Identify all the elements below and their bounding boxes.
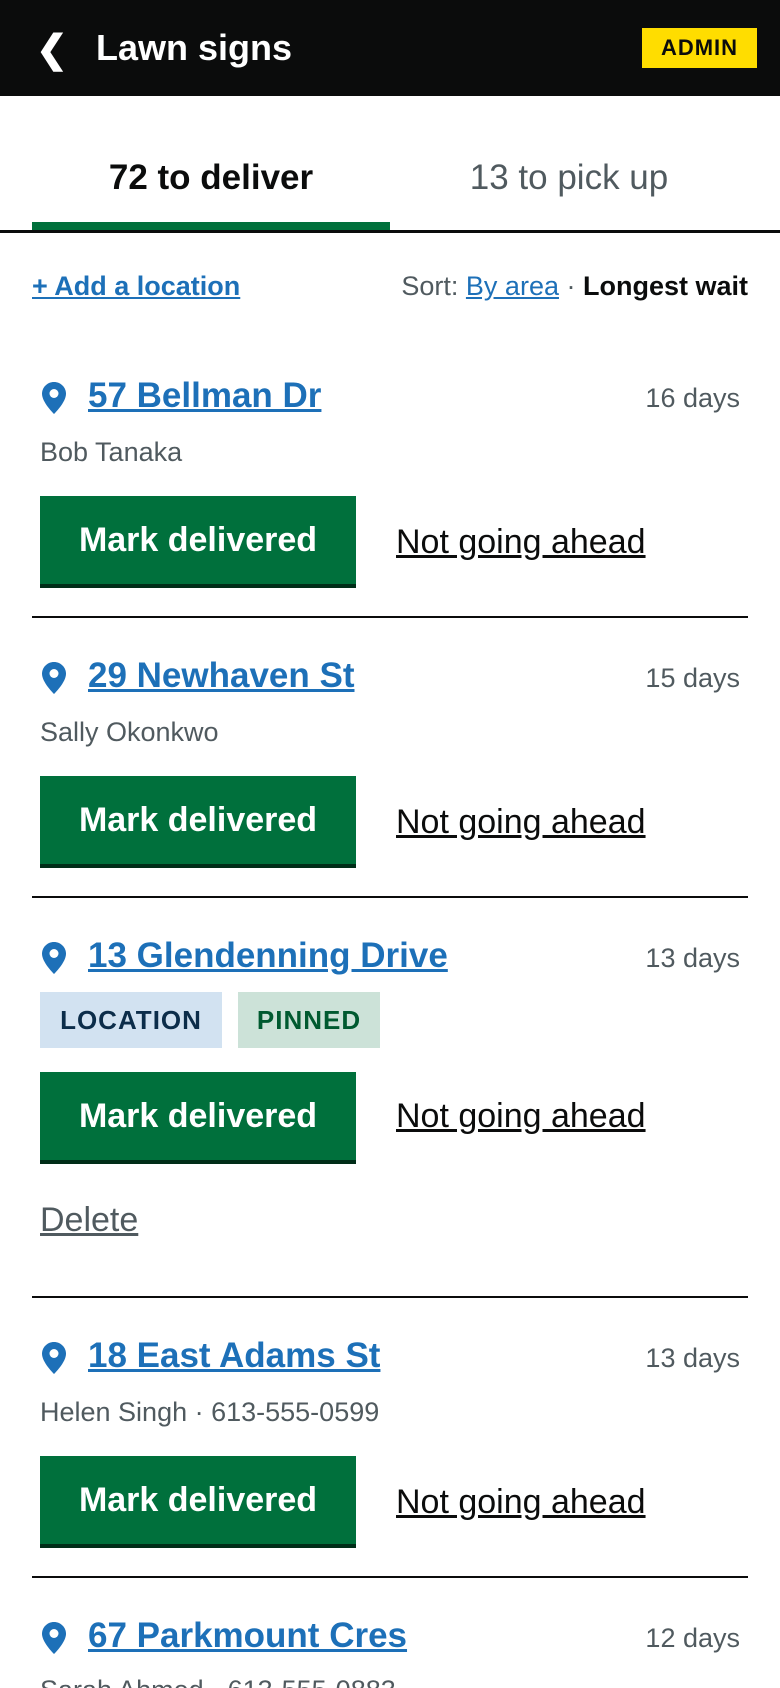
- location-card: 13 Glendenning Drive 13 days LOCATION PI…: [32, 932, 748, 1296]
- sort-control: Sort: By area · Longest wait: [401, 268, 748, 304]
- mark-delivered-button[interactable]: Mark delivered: [40, 496, 356, 588]
- contact-info: Sarah Ahmed · 613-555-0883: [40, 1672, 396, 1688]
- map-pin-icon: [42, 942, 66, 974]
- delete-link[interactable]: Delete: [40, 1198, 138, 1242]
- app-header: ❮ Lawn signs ADMIN: [0, 0, 780, 96]
- active-tab-indicator: [32, 222, 390, 230]
- location-card: 18 East Adams St 13 days Helen Singh · 6…: [32, 1332, 748, 1578]
- location-address-link[interactable]: 18 East Adams St: [88, 1334, 380, 1378]
- chevron-left-icon[interactable]: ❮: [36, 30, 68, 70]
- location-address-link[interactable]: 29 Newhaven St: [88, 654, 355, 698]
- page-title: Lawn signs: [96, 27, 293, 68]
- tab-to-deliver[interactable]: 72 to deliver: [32, 156, 390, 200]
- card-divider: [32, 1296, 748, 1298]
- sort-by-area-link[interactable]: By area: [466, 271, 559, 301]
- wait-time: 12 days: [645, 1623, 740, 1653]
- map-pin-icon: [42, 1622, 66, 1654]
- location-card: 67 Parkmount Cres 12 days Sarah Ahmed · …: [32, 1612, 748, 1688]
- sort-current-option: Longest wait: [582, 271, 748, 301]
- location-address-link[interactable]: 13 Glendenning Drive: [88, 934, 448, 978]
- mark-delivered-button[interactable]: Mark delivered: [40, 776, 356, 868]
- map-pin-icon: [42, 662, 66, 694]
- card-divider: [32, 616, 748, 618]
- location-card: 29 Newhaven St 15 days Sally Okonkwo Mar…: [32, 652, 748, 898]
- not-going-ahead-link[interactable]: Not going ahead: [396, 520, 646, 564]
- sort-label: Sort:: [401, 271, 459, 301]
- mark-delivered-button[interactable]: Mark delivered: [40, 1072, 356, 1164]
- card-divider: [32, 896, 748, 898]
- location-tag: LOCATION: [40, 992, 222, 1048]
- not-going-ahead-link[interactable]: Not going ahead: [396, 1094, 646, 1138]
- add-location-link[interactable]: + Add a location: [32, 268, 240, 304]
- location-address-link[interactable]: 57 Bellman Dr: [88, 374, 321, 418]
- location-card: 57 Bellman Dr 16 days Bob Tanaka Mark de…: [32, 372, 748, 618]
- wait-time: 13 days: [645, 943, 740, 973]
- mark-delivered-button[interactable]: Mark delivered: [40, 1456, 356, 1548]
- tab-divider: [0, 230, 780, 233]
- role-badge: ADMIN: [642, 28, 757, 68]
- map-pin-icon: [42, 1342, 66, 1374]
- not-going-ahead-link[interactable]: Not going ahead: [396, 800, 646, 844]
- location-address-link[interactable]: 67 Parkmount Cres: [88, 1614, 407, 1658]
- wait-time: 15 days: [645, 663, 740, 693]
- card-divider: [32, 1576, 748, 1578]
- contact-info: Helen Singh · 613-555-0599: [40, 1397, 380, 1427]
- contact-info: Bob Tanaka: [40, 437, 183, 467]
- map-pin-icon: [42, 382, 66, 414]
- wait-time: 13 days: [645, 1343, 740, 1373]
- list-toolbar: + Add a location Sort: By area · Longest…: [32, 268, 748, 304]
- pinned-tag: PINNED: [238, 992, 380, 1048]
- tab-to-pick-up[interactable]: 13 to pick up: [390, 156, 748, 200]
- tab-bar: 72 to deliver 13 to pick up: [0, 96, 780, 233]
- sort-separator: ·: [558, 271, 583, 301]
- contact-info: Sally Okonkwo: [40, 717, 219, 747]
- wait-time: 16 days: [645, 383, 740, 413]
- not-going-ahead-link[interactable]: Not going ahead: [396, 1480, 646, 1524]
